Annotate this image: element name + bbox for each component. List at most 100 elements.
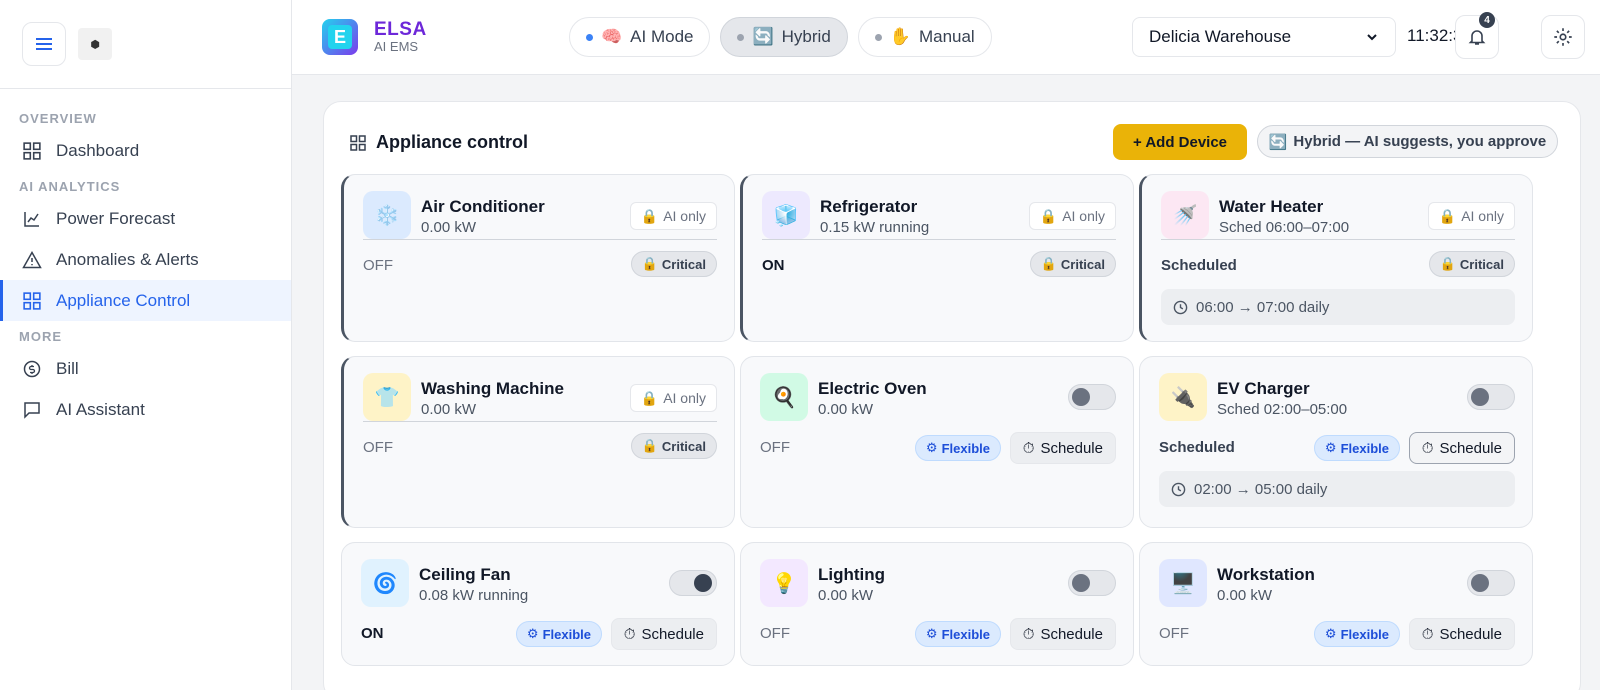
sidebar-item-label: AI Assistant: [56, 399, 145, 419]
schedule-time-text: 02:00 → 05:00 daily: [1194, 480, 1328, 498]
flex-icon: ⚙: [925, 440, 938, 455]
mode-button-manual[interactable]: ✋ Manual: [857, 17, 992, 57]
mode-icon: ✋: [889, 27, 911, 46]
device-power: Sched 02:00–05:00: [1217, 401, 1348, 418]
device-name: Ceiling Fan: [419, 565, 511, 584]
ev-charger-icon: 🔌: [1159, 373, 1207, 421]
toggle-knob: [694, 574, 712, 592]
flexible-badge: ⚙ Flexible: [914, 621, 1001, 647]
toggle-knob: [1072, 388, 1090, 406]
device-name: Refrigerator: [820, 197, 918, 216]
power-toggle[interactable]: [1068, 384, 1116, 410]
schedule-label: Schedule: [1040, 439, 1103, 457]
flex-icon: ⚙: [925, 626, 938, 641]
critical-badge: 🔒 Critical: [630, 251, 717, 277]
ceiling-fan-icon: 🌀: [361, 559, 409, 607]
gear-icon: [1554, 28, 1572, 46]
mode-icon: 🔄: [752, 27, 774, 46]
schedule-button[interactable]: ⏱ Schedule: [1408, 618, 1515, 650]
water-heater-icon: 🚿: [1161, 191, 1209, 239]
device-name: Washing Machine: [421, 379, 564, 398]
critical-label: Critical: [661, 438, 706, 454]
sidebar-item-appliance-control[interactable]: Appliance Control: [0, 280, 291, 321]
device-name: Water Heater: [1219, 197, 1324, 216]
hybrid-icon: 🔄: [1268, 133, 1288, 151]
air-conditioner-icon: ❄️: [363, 191, 411, 239]
schedule-button[interactable]: ⏱ Schedule: [1009, 618, 1116, 650]
lock-icon: 🔒: [1040, 256, 1057, 271]
card-divider: [762, 239, 1116, 240]
power-toggle[interactable]: [1467, 384, 1515, 410]
sidebar-item-ai-assistant[interactable]: AI Assistant: [0, 389, 291, 430]
sidebar-item-label: Anomalies & Alerts: [56, 249, 199, 269]
sidebar-item-bill[interactable]: Bill: [0, 348, 291, 389]
lock-icon: 🔒: [1438, 207, 1457, 224]
schedule-time-text: 06:00 → 07:00 daily: [1196, 298, 1330, 316]
device-power: 0.00 kW: [1217, 587, 1273, 604]
menu-toggle-button[interactable]: [22, 22, 66, 66]
settings-button[interactable]: [1541, 15, 1585, 59]
chevron-down-icon: [1367, 34, 1377, 41]
flexible-badge: ⚙ Flexible: [914, 435, 1001, 461]
schedule-button[interactable]: ⏱ Schedule: [610, 618, 717, 650]
device-status: OFF: [760, 625, 790, 642]
device-power: 0.00 kW: [818, 401, 874, 418]
flexible-badge: ⚙ Flexible: [1313, 621, 1400, 647]
device-status: ON: [361, 625, 384, 642]
mode-button-hybrid[interactable]: 🔄 Hybrid: [720, 17, 848, 57]
sidebar-item-anomalies-alerts[interactable]: Anomalies & Alerts: [0, 239, 291, 280]
org-logo: ⬢: [78, 28, 112, 60]
device-name: EV Charger: [1217, 379, 1310, 398]
notifications-button[interactable]: 4: [1455, 12, 1499, 59]
mode-dot: [874, 33, 882, 41]
mode-dot: [586, 33, 593, 41]
sidebar-header: ⬢: [0, 0, 291, 89]
mode-status-pill: 🔄 Hybrid — AI suggests, you approve: [1257, 125, 1558, 158]
add-device-button[interactable]: + Add Device: [1113, 124, 1247, 160]
ai-only-label: AI only: [1062, 208, 1105, 224]
chat-icon: [22, 400, 42, 420]
mode-label: AI Mode: [630, 27, 694, 46]
flex-icon: ⚙: [526, 626, 539, 641]
bell-icon: [1468, 30, 1486, 45]
device-card-washing-machine: 👕 Washing Machine 0.00 kW 🔒 AI only OFF 🔒 Criti…: [341, 356, 735, 528]
timer-icon: ⏱: [1421, 439, 1434, 457]
power-toggle[interactable]: [1068, 570, 1116, 596]
lock-icon: 🔒: [1039, 207, 1058, 224]
brand-logo: E: [322, 19, 358, 55]
brand-name: ELSA: [374, 19, 427, 40]
schedule-button[interactable]: ⏱ Schedule: [1009, 432, 1116, 464]
panel-title: Appliance control: [350, 132, 528, 153]
mode-button-ai-mode[interactable]: 🧠 AI Mode: [569, 17, 711, 57]
sidebar-item-power-forecast[interactable]: Power Forecast: [0, 198, 291, 239]
warning-triangle-icon: [22, 250, 42, 270]
schedule-time-row: 02:00 → 05:00 daily: [1159, 471, 1515, 507]
power-toggle[interactable]: [1467, 570, 1515, 596]
site-select[interactable]: Delicia Warehouse: [1132, 17, 1396, 57]
critical-badge: 🔒 Critical: [1428, 251, 1515, 277]
flexible-label: Flexible: [941, 440, 990, 456]
brand[interactable]: E ELSA AI EMS: [322, 19, 427, 55]
device-power: 0.00 kW: [421, 401, 477, 418]
sidebar-item-dashboard[interactable]: Dashboard: [0, 130, 291, 171]
power-toggle[interactable]: [669, 570, 717, 596]
ai-only-label: AI only: [663, 390, 706, 406]
device-status: Scheduled: [1161, 257, 1237, 274]
mode-status-text: Hybrid — AI suggests, you approve: [1293, 133, 1547, 150]
sidebar-item-label: Appliance Control: [56, 290, 191, 310]
toggle-knob: [1072, 574, 1090, 592]
device-card-electric-oven: 🍳 Electric Oven 0.00 kW OFF ⚙ Flexible ⏱ Schedu…: [740, 356, 1134, 528]
card-divider: [363, 239, 717, 240]
ai-only-label: AI only: [663, 208, 706, 224]
sidebar-item-label: Power Forecast: [56, 208, 176, 228]
flexible-label: Flexible: [941, 626, 990, 642]
device-name: Electric Oven: [818, 379, 927, 398]
appliance-control-panel: Appliance control + Add Device 🔄 Hybrid …: [323, 101, 1581, 690]
flex-icon: ⚙: [1324, 626, 1337, 641]
brand-subtitle: AI EMS: [374, 39, 419, 54]
schedule-button[interactable]: ⏱ Schedule: [1408, 432, 1515, 464]
device-card-ceiling-fan: 🌀 Ceiling Fan 0.08 kW running ON ⚙ Flexible ⏱ S…: [341, 542, 735, 666]
device-status: Scheduled: [1159, 439, 1235, 456]
timer-icon: ⏱: [1022, 625, 1035, 643]
device-status: ON: [762, 257, 785, 274]
